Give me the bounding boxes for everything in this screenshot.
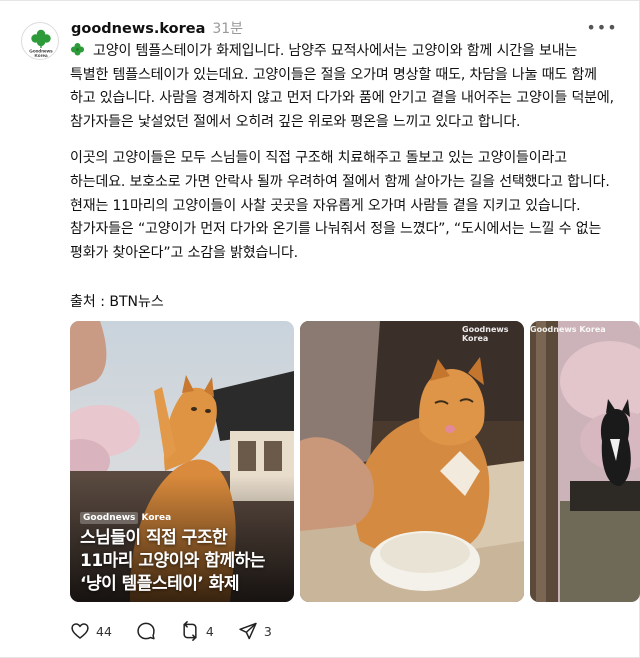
four-leaf-clover-icon [70,42,85,56]
post-container: Goodnews Korea goodnews.korea 31분 ••• 고양… [0,0,640,658]
like-count: 44 [96,623,112,639]
black-cat-image [530,321,640,602]
send-icon [239,622,257,640]
action-bar: 44 4 3 [70,619,296,643]
paragraph-1-text: 고양이 템플스테이가 화제입니다. 남양주 묘적사에서는 고양이와 함께 시간을… [70,43,614,130]
post-header: goodnews.korea 31분 [71,18,243,38]
repost-button[interactable]: 4 [180,621,214,641]
caption-line-2: 11마리 고양이와 함께하는 [80,551,265,571]
media-image-1[interactable]: Goodnews Korea 스님들이 직접 구조한 11마리 고양이와 함께하… [70,321,294,602]
media-image-2[interactable]: Goodnews Korea [300,321,524,602]
comment-icon [137,622,155,640]
more-horizontal-icon: ••• [586,18,618,37]
post-source: 출처 : BTN뉴스 [70,294,164,310]
brand-watermark: Goodnews Korea [530,325,606,334]
share-count: 3 [263,623,272,639]
more-options-button[interactable]: ••• [586,15,618,41]
caption-line-1: 스님들이 직접 구조한 [80,528,228,548]
post-timestamp[interactable]: 31분 [212,18,243,38]
post-body: 고양이 템플스테이가 화제입니다. 남양주 묘적사에서는 고양이와 함께 시간을… [70,40,616,278]
media-carousel[interactable]: Goodnews Korea 스님들이 직접 구조한 11마리 고양이와 함께하… [70,321,640,603]
username-link[interactable]: goodnews.korea [71,21,205,37]
avatar[interactable]: Goodnews Korea [21,22,59,60]
post-paragraph-2: 이곳의 고양이들은 모두 스님들이 직접 구조해 치료해주고 돌보고 있는 고양… [70,150,610,261]
brand-watermark: Goodnews Korea [80,512,171,524]
media-image-3[interactable]: Goodnews Korea [530,321,640,602]
share-button[interactable]: 3 [238,621,272,641]
repost-icon [183,621,197,641]
svg-text:Korea: Korea [34,53,47,58]
cat-petted-image [300,321,524,602]
goodnews-logo-icon: Goodnews Korea [29,29,53,58]
reply-button[interactable] [136,621,156,641]
brand-watermark: Goodnews Korea [462,325,509,343]
like-button[interactable]: 44 [70,621,112,641]
post-paragraph-1: 고양이 템플스테이가 화제입니다. 남양주 묘적사에서는 고양이와 함께 시간을… [70,40,616,134]
image-caption: 스님들이 직접 구조한 11마리 고양이와 함께하는 ‘냥이 템플스테이’ 화제 [80,527,290,596]
caption-line-3: ‘냥이 템플스테이’ 화제 [80,574,240,594]
heart-icon [71,623,89,639]
repost-count: 4 [205,623,214,639]
